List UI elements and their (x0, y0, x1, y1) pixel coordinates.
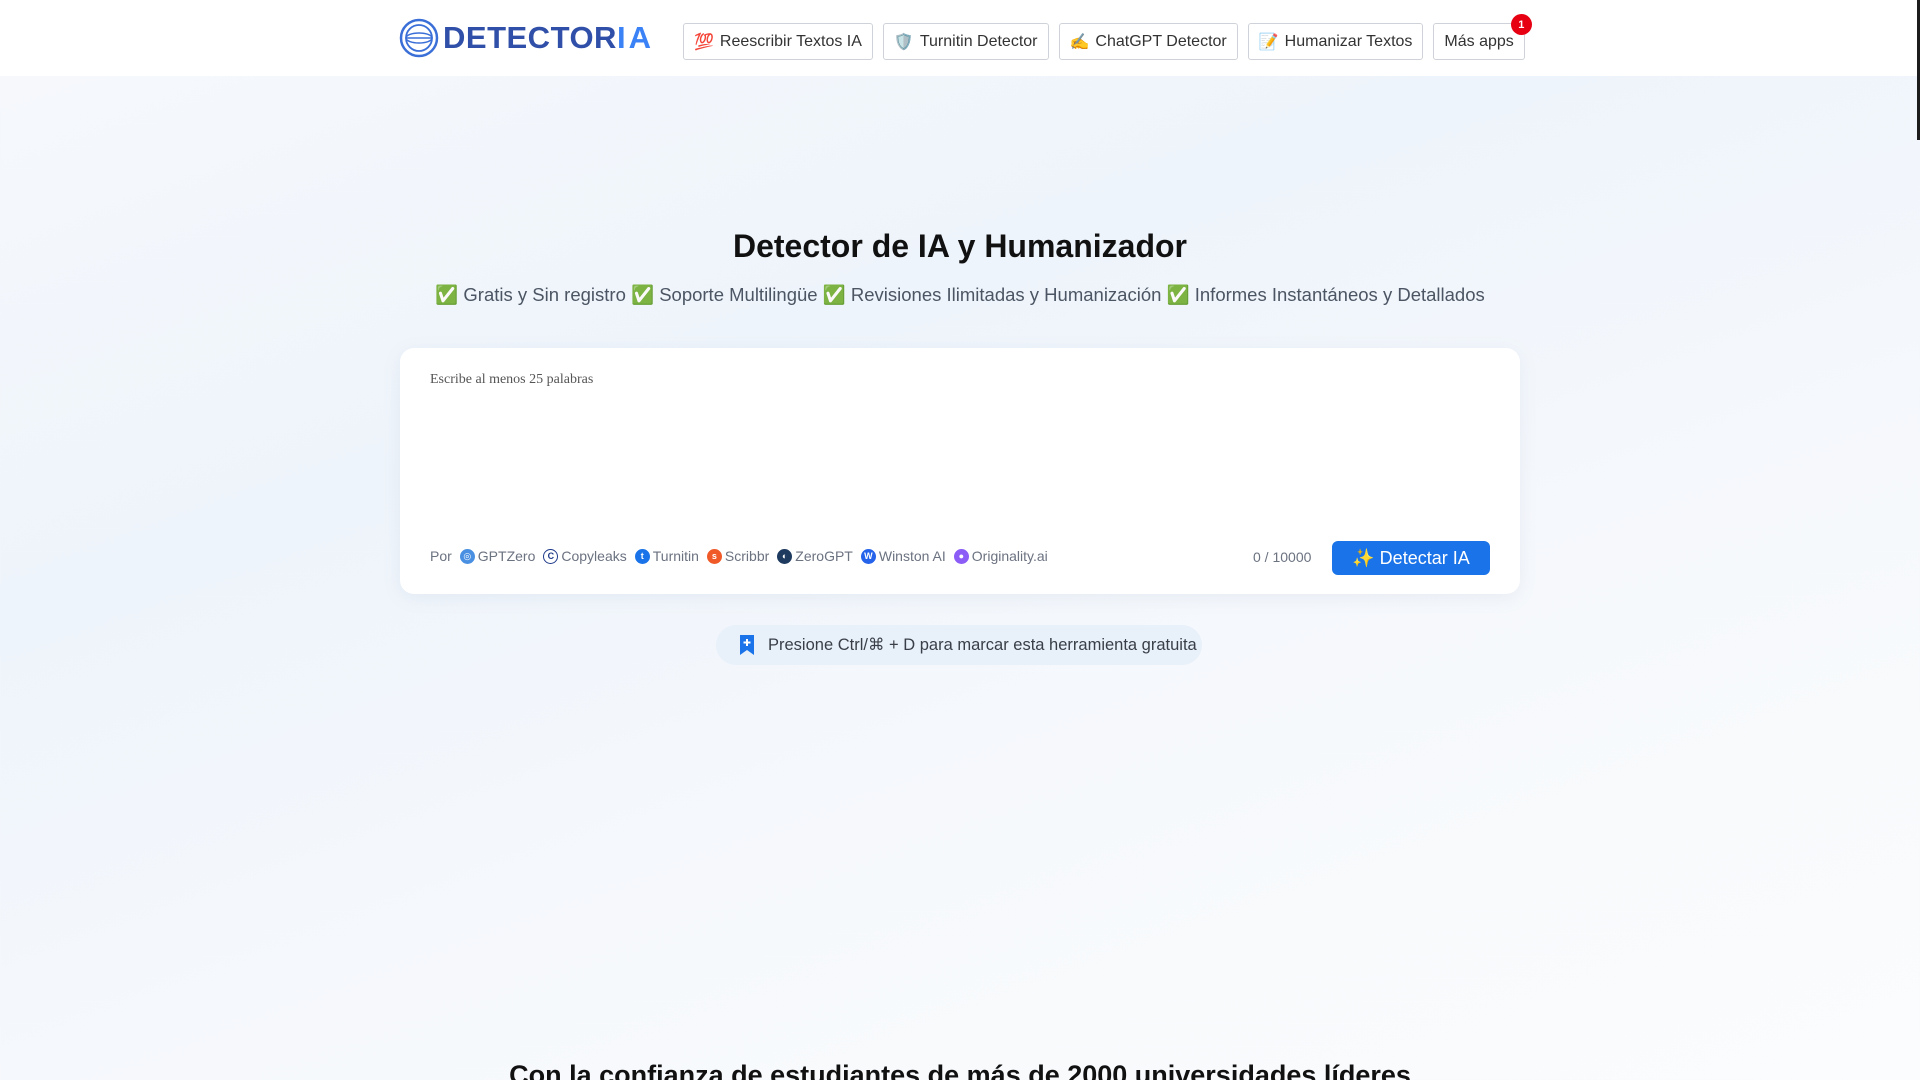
by-label: Por (430, 548, 452, 564)
provider-zerogpt: ◐ ZeroGPT (777, 548, 853, 564)
nav-turnitin-label: Turnitin Detector (919, 32, 1038, 50)
provider-scribbr: s Scribbr (706, 548, 770, 564)
provider-copyleaks: C Copyleaks (543, 548, 627, 564)
logo-text: DETECTORIA (443, 20, 654, 56)
originality-icon: ● (953, 548, 969, 564)
bookmark-tip: Presione Ctrl/⌘ + D para marcar esta her… (716, 625, 1202, 665)
provider-label: Copyleaks (561, 548, 627, 564)
nav-reescribir-label: Reescribir Textos IA (719, 32, 862, 50)
provider-label: Scribbr (724, 548, 770, 564)
logo-text-main: DETECTOR (443, 20, 617, 55)
copyleaks-icon: C (543, 548, 559, 564)
provider-label: Originality.ai (971, 548, 1048, 564)
more-apps-label: Más apps (1444, 32, 1514, 50)
writing-hand-icon: ✍️ (1069, 33, 1090, 51)
shield-icon: 🛡️ (893, 33, 914, 51)
provider-winston: W Winston AI (860, 548, 946, 564)
check-icon: ✅ (1166, 284, 1190, 305)
zerogpt-icon: ◐ (777, 548, 793, 564)
provider-list: Por ◎ GPTZero C Copyleaks t Turnitin s S… (430, 548, 1048, 564)
nav-turnitin-button[interactable]: 🛡️ Turnitin Detector (882, 23, 1049, 60)
winston-icon: W (860, 548, 876, 564)
turnitin-icon: t (634, 548, 650, 564)
top-nav: 💯 Reescribir Textos IA 🛡️ Turnitin Detec… (683, 14, 1532, 60)
page-title: Detector de IA y Humanizador (732, 228, 1187, 264)
site-header: DETECTORIA 💯 Reescribir Textos IA 🛡️ Tur… (0, 0, 1920, 76)
memo-icon: 📝 (1258, 33, 1279, 51)
editor-card: Escribe al menos 25 palabras Por ◎ GPTZe… (400, 348, 1520, 594)
trust-heading: Con la confianza de estudiantes de más d… (509, 1060, 1411, 1080)
nav-reescribir-button[interactable]: 💯 Reescribir Textos IA (683, 23, 873, 60)
provider-label: Winston AI (878, 548, 946, 564)
nav-humanizar-label: Humanizar Textos (1284, 32, 1413, 50)
check-icon: ✅ (631, 284, 655, 305)
provider-turnitin: t Turnitin (634, 548, 699, 564)
logo-text-accent: IA (616, 20, 654, 55)
hundred-points-icon: 💯 (694, 33, 714, 51)
bookmark-add-icon (740, 635, 754, 655)
nav-chatgpt-button[interactable]: ✍️ ChatGPT Detector (1058, 23, 1238, 60)
gptzero-icon: ◎ (459, 548, 475, 564)
logo-globe-icon (399, 18, 439, 58)
logo[interactable]: DETECTORIA (399, 18, 654, 58)
provider-label: GPTZero (477, 548, 536, 564)
nav-chatgpt-label: ChatGPT Detector (1095, 32, 1227, 50)
feature-item: Informes Instantáneos y Detallados (1194, 284, 1485, 305)
feature-item: Soporte Multilingüe (659, 284, 818, 305)
provider-originality: ● Originality.ai (953, 548, 1048, 564)
provider-label: Turnitin (652, 548, 699, 564)
bookmark-tip-text: Presione Ctrl/⌘ + D para marcar esta her… (768, 636, 1197, 654)
feature-list: ✅ Gratis y Sin registro ✅ Soporte Multil… (0, 284, 1920, 306)
text-input-placeholder: Escribe al menos 25 palabras (430, 372, 594, 387)
provider-label: ZeroGPT (795, 548, 853, 564)
feature-item: Gratis y Sin registro (463, 284, 626, 305)
word-counter: 0 / 10000 (1253, 549, 1312, 565)
provider-gptzero: ◎ GPTZero (459, 548, 536, 564)
feature-item: Revisiones Ilimitadas y Humanización (850, 284, 1162, 305)
check-icon: ✅ (435, 284, 459, 305)
check-icon: ✅ (822, 284, 846, 305)
notification-badge: 1 (1510, 14, 1532, 35)
detect-ai-button[interactable]: ✨ Detectar IA (1332, 541, 1490, 575)
scribbr-icon: s (706, 548, 722, 564)
nav-humanizar-button[interactable]: 📝 Humanizar Textos (1247, 23, 1424, 60)
more-apps-button[interactable]: Más apps 1 (1433, 14, 1532, 60)
